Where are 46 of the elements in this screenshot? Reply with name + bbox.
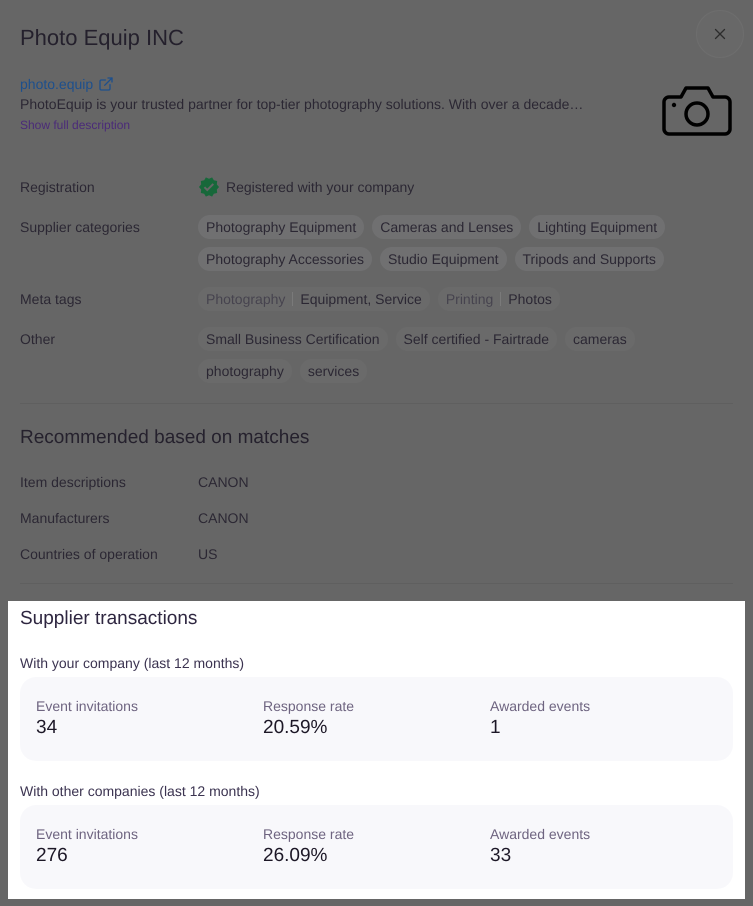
tag-value-text: Equipment, Service <box>300 290 422 309</box>
field-label: Registration <box>20 178 96 197</box>
field-label: Meta tags <box>20 290 82 309</box>
website-link[interactable]: photo.equip <box>20 74 114 94</box>
category-tag: Cameras and Lenses <box>372 215 522 239</box>
field-label: Manufacturers <box>20 509 110 528</box>
category-tag: Photography Equipment <box>198 215 364 239</box>
stat-value: 1 <box>490 716 501 740</box>
field-label: Item descriptions <box>20 473 127 492</box>
stat-value: 20.59% <box>263 716 328 740</box>
stat-label: Response rate <box>263 825 354 844</box>
field-value: US <box>198 545 218 564</box>
supplier-title: Photo Equip INC <box>20 24 184 52</box>
description-text: PhotoEquip is your trusted partner for top-tier photography solutions. With over a decade… <box>20 95 584 114</box>
category-tag: Tripods and Supports <box>514 247 664 271</box>
category-tag: Lighting Equipment <box>529 215 666 239</box>
group-title: With other companies (last 12 months) <box>20 782 261 801</box>
group-title: With your company (last 12 months) <box>20 654 246 673</box>
other-tag: photography <box>198 359 292 383</box>
stat-value: 33 <box>490 844 512 868</box>
section-heading: Recommended based on matches <box>20 426 310 450</box>
stat-label: Event invitations <box>36 697 138 716</box>
stat-value: 26.09% <box>263 844 328 868</box>
field-value: CANON <box>198 509 249 528</box>
registration-status: Registered with your company <box>226 178 414 197</box>
stat-label: Awarded events <box>490 697 590 716</box>
stat-value: 276 <box>36 844 68 868</box>
other-tag: services <box>300 359 368 383</box>
field-label: Supplier categories <box>20 218 141 237</box>
external-link-icon <box>98 76 114 92</box>
tag-value-text: Photos <box>508 290 552 309</box>
section-heading: Supplier transactions <box>20 607 198 631</box>
stat-value: 34 <box>36 716 58 740</box>
stat-label: Awarded events <box>490 825 590 844</box>
category-tag: Studio Equipment <box>380 247 507 271</box>
other-tag: cameras <box>565 327 635 351</box>
show-description-link[interactable]: Show full description <box>20 117 130 133</box>
stat-label: Event invitations <box>36 825 138 844</box>
other-tag: Self certified - Fairtrade <box>396 327 558 351</box>
field-value: CANON <box>198 473 249 492</box>
field-label: Other <box>20 330 56 349</box>
close-button[interactable] <box>696 10 744 58</box>
other-tag: Small Business Certification <box>198 327 388 351</box>
category-tag: Photography Accessories <box>198 247 372 271</box>
stat-label: Response rate <box>263 697 354 716</box>
field-label: Countries of operation <box>20 545 159 564</box>
